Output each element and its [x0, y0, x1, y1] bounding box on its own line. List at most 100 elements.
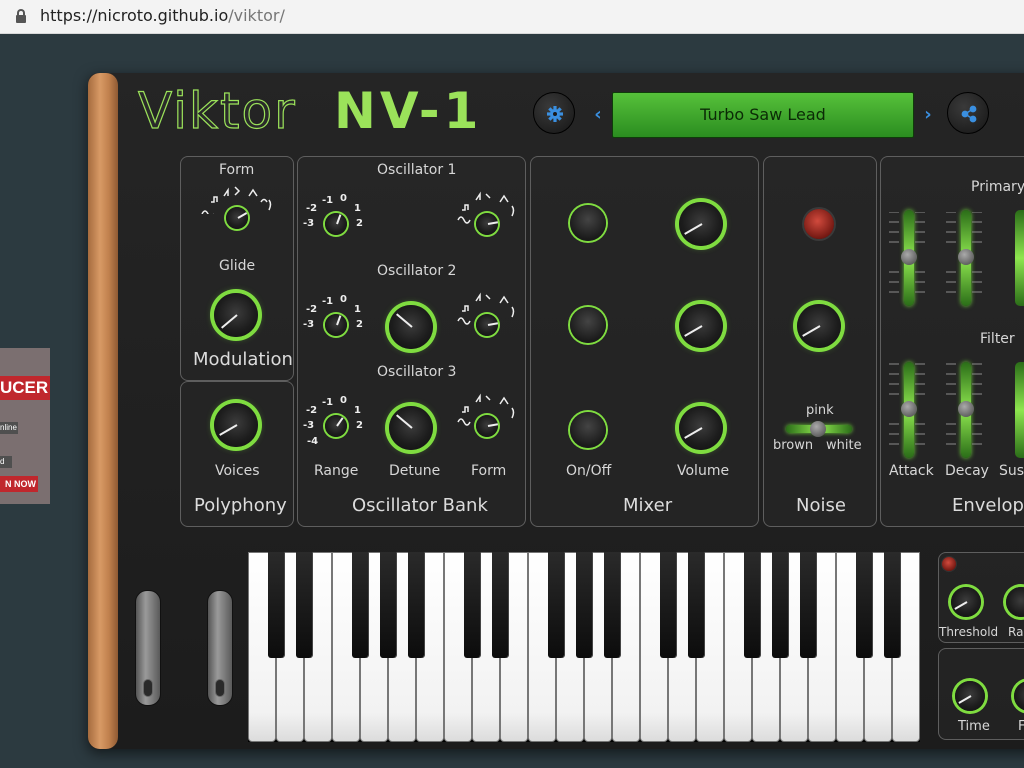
osc3-range-mark: -2	[306, 405, 318, 416]
noise-color-slider-handle[interactable]	[810, 421, 826, 437]
black-key[interactable]	[268, 552, 284, 658]
voices-label: Voices	[215, 463, 260, 479]
detune-label: Detune	[389, 463, 441, 479]
mixer-osc3-volume-knob[interactable]	[679, 406, 723, 450]
black-key[interactable]	[772, 552, 788, 658]
osc2-range-mark: 1	[354, 304, 361, 315]
mod-form-knob[interactable]	[226, 207, 248, 229]
osc3-detune-knob[interactable]	[389, 406, 433, 450]
share-icon	[961, 105, 977, 123]
glide-knob[interactable]	[214, 293, 258, 337]
black-key[interactable]	[352, 552, 368, 658]
osc1-range-mark: 0	[340, 193, 347, 204]
osc1-range-mark: 2	[356, 218, 363, 229]
decay-label: Decay	[945, 463, 989, 479]
black-key[interactable]	[380, 552, 396, 658]
threshold-label: Threshold	[939, 625, 999, 639]
ad-banner[interactable]: UCER nline d N NOW	[0, 348, 50, 504]
osc2-range-knob[interactable]	[325, 314, 347, 336]
wood-side-panel	[88, 73, 118, 749]
envelopes-title: Envelope	[952, 495, 1024, 516]
noise-toggle[interactable]	[804, 209, 834, 239]
mixer-osc2-volume-knob[interactable]	[679, 304, 723, 348]
noise-brown-label: brown	[773, 438, 814, 453]
logo-name: Viktor	[137, 81, 297, 140]
noise-title: Noise	[796, 495, 846, 516]
osc2-label: Oscillator 2	[377, 263, 457, 279]
primary-env-label: Primary	[971, 179, 1024, 195]
noise-volume-knob[interactable]	[797, 304, 841, 348]
pitch-wheel[interactable]	[135, 590, 161, 706]
prev-preset-button[interactable]: ‹	[590, 104, 606, 126]
delay-time-knob[interactable]	[955, 681, 985, 711]
mixer-osc1-volume-knob[interactable]	[679, 202, 723, 246]
ad-line2: d	[0, 456, 12, 468]
black-key[interactable]	[296, 552, 312, 658]
osc1-range-mark: 1	[354, 203, 361, 214]
osc1-label: Oscillator 1	[377, 162, 457, 178]
mod-form-label: Form	[219, 162, 255, 178]
lock-icon	[16, 9, 26, 23]
black-key[interactable]	[800, 552, 816, 658]
delay-time-label: Time	[958, 719, 990, 734]
osc2-range-mark: -2	[306, 304, 318, 315]
osc2-range-mark: 0	[340, 294, 347, 305]
noise-pink-label: pink	[806, 403, 834, 418]
osc-form-label: Form	[471, 463, 507, 479]
attack-label: Attack	[889, 463, 934, 479]
preset-display[interactable]: Turbo Saw Lead	[612, 92, 914, 138]
keyboard[interactable]	[248, 552, 920, 742]
black-key[interactable]	[576, 552, 592, 658]
next-preset-button[interactable]: ›	[920, 104, 936, 126]
osc3-range-mark: -4	[307, 436, 319, 447]
ad-line1: nline	[0, 422, 18, 434]
noise-white-label: white	[826, 438, 862, 453]
osc3-label: Oscillator 3	[377, 364, 457, 380]
osc2-detune-knob[interactable]	[389, 305, 433, 349]
osc3-range-mark: -3	[303, 420, 315, 431]
browser-url-bar[interactable]: https://nicroto.github.io/viktor/	[0, 0, 1024, 34]
mixer-osc1-toggle[interactable]	[570, 205, 606, 241]
osc2-range-mark: -3	[303, 319, 315, 330]
mixer-osc2-toggle[interactable]	[570, 307, 606, 343]
osc3-range-knob[interactable]	[325, 415, 347, 437]
settings-button[interactable]	[533, 92, 575, 134]
black-key[interactable]	[660, 552, 676, 658]
black-key[interactable]	[492, 552, 508, 658]
osc3-form-knob[interactable]	[476, 415, 498, 437]
black-key[interactable]	[744, 552, 760, 658]
black-key[interactable]	[464, 552, 480, 658]
osc2-form-knob[interactable]	[476, 314, 498, 336]
osc1-range-knob[interactable]	[325, 213, 347, 235]
black-key[interactable]	[408, 552, 424, 658]
osc1-form-knob[interactable]	[476, 213, 498, 235]
osc3-range-mark: 0	[340, 395, 347, 406]
polyphony-title: Polyphony	[194, 495, 287, 516]
compressor-toggle[interactable]	[942, 557, 956, 571]
ad-cta-button[interactable]: N NOW	[0, 476, 38, 492]
modulation-wheel[interactable]	[207, 590, 233, 706]
glide-label: Glide	[219, 258, 256, 274]
osc2-range-mark: 2	[356, 319, 363, 330]
black-key[interactable]	[548, 552, 564, 658]
logo-model: NV-1	[334, 82, 483, 140]
mixer-osc3-toggle[interactable]	[570, 412, 606, 448]
black-key[interactable]	[884, 552, 900, 658]
osc3-range-mark: 2	[356, 420, 363, 431]
ad-headline: UCER	[0, 376, 50, 400]
range-label: Range	[314, 463, 359, 479]
voices-knob[interactable]	[214, 403, 258, 447]
share-button[interactable]	[947, 92, 989, 134]
osc1-range-mark: -1	[322, 195, 334, 206]
onoff-label: On/Off	[566, 463, 612, 479]
volume-label: Volume	[677, 463, 730, 479]
black-key[interactable]	[604, 552, 620, 658]
threshold-knob[interactable]	[951, 587, 981, 617]
mixer-title: Mixer	[623, 495, 673, 516]
delay-f-label: F	[1018, 719, 1024, 734]
black-key[interactable]	[856, 552, 872, 658]
black-key[interactable]	[688, 552, 704, 658]
osc3-range-mark: 1	[354, 405, 361, 416]
modulation-title: Modulation	[193, 349, 293, 370]
url-text[interactable]: https://nicroto.github.io/viktor/	[40, 6, 285, 25]
